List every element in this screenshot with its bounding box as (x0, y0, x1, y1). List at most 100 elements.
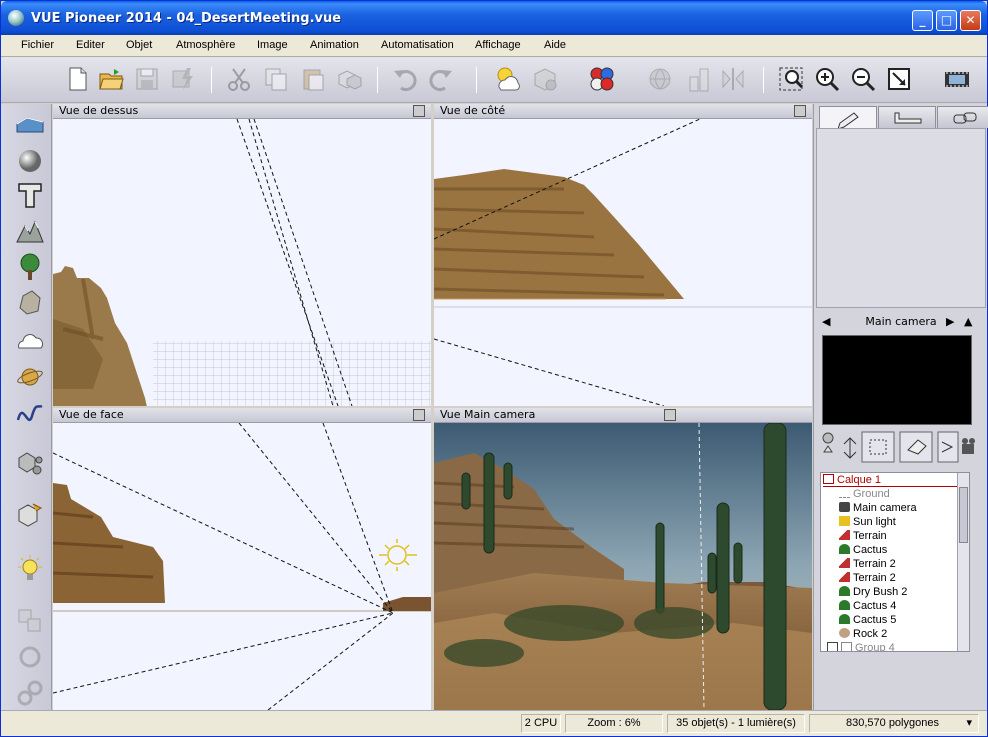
object-import-icon[interactable] (15, 500, 45, 530)
tab-links[interactable] (937, 106, 988, 128)
status-bar: 2 CPU Zoom : 6% 35 objet(s) - 1 lumière(… (1, 710, 987, 736)
view-options-icon[interactable] (664, 409, 676, 421)
viewport-side-title: Vue de côté (440, 104, 506, 117)
collapse-arrow-icon[interactable]: ▲ (964, 312, 972, 332)
camera-icon[interactable] (962, 438, 975, 454)
copy-icon[interactable] (262, 65, 290, 93)
menu-fichier[interactable]: Fichier (21, 39, 54, 51)
chevron-down-icon[interactable]: ▾ (966, 715, 972, 732)
fit-icon[interactable] (885, 65, 913, 93)
tree-item[interactable]: Cactus 5 (839, 613, 896, 627)
tree-item[interactable]: Terrain 2 (839, 557, 896, 571)
viewport-front[interactable]: Vue de face (53, 408, 431, 710)
frame-icon[interactable] (861, 431, 895, 463)
select-area-icon[interactable] (777, 65, 805, 93)
bar-icon[interactable] (685, 65, 713, 93)
maximize-button[interactable]: □ (936, 10, 957, 31)
menu-animation[interactable]: Animation (310, 39, 359, 51)
layer-item[interactable]: Calque 1 (823, 473, 959, 487)
tree-item[interactable]: Ground (839, 487, 890, 501)
front-view-canvas[interactable] (53, 422, 431, 710)
minimize-button[interactable]: _ (912, 10, 933, 31)
tree-item[interactable]: Rock 2 (839, 627, 887, 641)
particles-icon[interactable] (15, 448, 45, 478)
tab-object-properties[interactable] (819, 106, 877, 130)
menu-affichage[interactable]: Affichage (475, 39, 521, 51)
view-options-icon[interactable] (413, 409, 425, 421)
sphere-icon[interactable] (15, 146, 45, 176)
menu-editer[interactable]: Editer (76, 39, 105, 51)
duplicate-icon[interactable] (335, 65, 363, 93)
color-icon[interactable] (588, 65, 616, 93)
menu-objet[interactable]: Objet (126, 39, 152, 51)
status-objects: 35 objet(s) - 1 lumière(s) (667, 714, 805, 733)
tab-dimensions[interactable] (878, 106, 936, 128)
cut-icon[interactable] (225, 65, 253, 93)
menu-atmosphere[interactable]: Atmosphère (176, 39, 235, 51)
open-folder-icon[interactable] (97, 65, 125, 93)
rock-icon[interactable] (15, 288, 45, 318)
atmosphere-icon[interactable] (493, 65, 521, 93)
film-icon[interactable] (943, 65, 971, 93)
rotate-icon[interactable] (15, 642, 45, 672)
paste-icon[interactable] (299, 65, 327, 93)
move-icon[interactable] (843, 437, 857, 459)
tree-item[interactable]: Terrain 2 (839, 571, 896, 585)
title-bar[interactable]: VUE Pioneer 2014 - 04_DesertMeeting.vue … (1, 1, 987, 35)
mountain-icon[interactable] (15, 216, 45, 246)
tree-item[interactable]: Main camera (839, 501, 917, 515)
tree-item[interactable]: Dry Bush 2 (839, 585, 907, 599)
mirror-icon[interactable] (719, 65, 747, 93)
material-icon[interactable] (531, 65, 559, 93)
world-browser-tree[interactable]: Calque 1 Ground Main camera Sun light Te… (820, 472, 970, 652)
application-window: VUE Pioneer 2014 - 04_DesertMeeting.vue … (0, 0, 988, 737)
link-icon[interactable] (15, 678, 45, 708)
collapse-icon[interactable] (827, 642, 838, 651)
status-polygons[interactable]: 830,570 polygones ▾ (809, 714, 979, 733)
undo-icon[interactable] (391, 65, 419, 93)
tree-item[interactable]: Cactus 4 (839, 599, 896, 613)
viewport-side[interactable]: Vue de côté (434, 104, 812, 406)
terrain-plane-icon[interactable] (15, 112, 45, 142)
look-icon[interactable] (937, 431, 959, 463)
properties-area (816, 128, 986, 308)
cloud-icon[interactable] (15, 326, 45, 356)
sun-light-icon[interactable] (379, 539, 417, 571)
light-icon[interactable] (15, 554, 45, 584)
view-options-icon[interactable] (413, 105, 425, 117)
layer-icon (823, 474, 834, 484)
save-icon[interactable] (133, 65, 161, 93)
world-browser-icon[interactable] (646, 65, 674, 93)
tree-scrollbar[interactable] (957, 473, 969, 651)
camera-render-canvas[interactable] (434, 422, 812, 710)
scrollbar-thumb[interactable] (959, 487, 968, 543)
planet-icon[interactable] (15, 362, 45, 392)
tree-item[interactable]: Terrain (839, 529, 887, 543)
menu-automatisation[interactable]: Automatisation (381, 39, 454, 51)
camera-next-icon[interactable]: ▶ (946, 312, 954, 332)
pan-hand-icon[interactable] (822, 432, 834, 453)
close-button[interactable]: ✕ (960, 10, 981, 31)
new-document-icon[interactable] (63, 65, 91, 93)
zoom-out-icon[interactable] (849, 65, 877, 93)
view-options-icon[interactable] (794, 105, 806, 117)
viewport-top[interactable]: Vue de dessus (53, 104, 431, 406)
curve-icon[interactable] (15, 398, 45, 428)
tree-item[interactable]: Group 4 (827, 641, 895, 651)
menu-aide[interactable]: Aide (544, 39, 566, 51)
tree-item[interactable]: Sun light (839, 515, 896, 529)
viewport-camera[interactable]: Vue Main camera (434, 408, 812, 710)
top-view-canvas[interactable] (53, 118, 431, 406)
side-view-canvas[interactable] (434, 118, 812, 406)
tree-item[interactable]: Cactus (839, 543, 887, 557)
render-flash-icon[interactable] (169, 65, 197, 93)
text-icon[interactable] (15, 180, 45, 210)
tree-icon[interactable] (15, 252, 45, 282)
menu-image[interactable]: Image (257, 39, 288, 51)
zoom-in-icon[interactable] (813, 65, 841, 93)
camera-prev-icon[interactable]: ◀ (822, 312, 830, 332)
group-icon[interactable] (15, 606, 45, 636)
orbit-icon[interactable] (899, 431, 933, 463)
vue-app-icon[interactable] (8, 10, 24, 26)
redo-icon[interactable] (427, 65, 455, 93)
